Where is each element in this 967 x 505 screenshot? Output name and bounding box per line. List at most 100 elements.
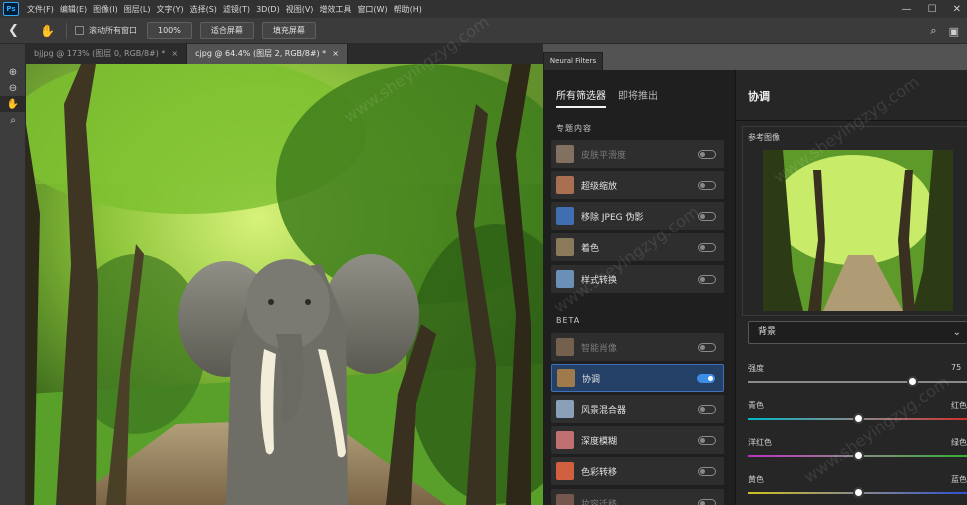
filter-toggle[interactable] (698, 435, 716, 445)
filter-toggle[interactable] (698, 404, 716, 414)
filter-smart-portrait[interactable]: 智能肖像 (551, 333, 724, 361)
filter-toggle[interactable] (698, 149, 716, 159)
yellow-blue-slider-track[interactable] (748, 487, 967, 498)
menu-plugins[interactable]: 增效工具 (319, 4, 351, 15)
strength-label: 强度 (748, 364, 764, 373)
zoom-out-icon[interactable]: ⊖ (0, 80, 26, 96)
options-right: ⌕ ▣ (930, 18, 959, 44)
filter-toggle[interactable] (697, 373, 715, 383)
filter-super-zoom[interactable]: 超级缩放 (551, 171, 724, 199)
filter-toggle[interactable] (698, 274, 716, 284)
filter-toggle[interactable] (698, 242, 716, 252)
search-icon[interactable]: ⌕ (930, 24, 936, 38)
menu-layer[interactable]: 图层(L) (124, 4, 151, 15)
workspace-icon[interactable]: ▣ (949, 25, 959, 38)
hand-icon[interactable]: ✋ (0, 96, 26, 112)
filter-skin-smoothing[interactable]: 皮肤平滑度 (551, 140, 724, 168)
cyan-red-slider-track[interactable] (748, 413, 967, 424)
style-transfer-thumb-icon (556, 270, 574, 288)
menu-image[interactable]: 图像(I) (93, 4, 118, 15)
filter-toggle[interactable] (698, 342, 716, 352)
filter-harmonization[interactable]: 协调 (551, 364, 724, 392)
close-tab-icon[interactable]: × (332, 49, 339, 58)
scroll-all-windows-label: 滚动所有窗口 (89, 26, 137, 35)
menu-file[interactable]: 文件(F) (27, 4, 54, 15)
filter-depth-blur[interactable]: 深度模糊 (551, 426, 724, 454)
filter-label: 风景混合器 (581, 405, 627, 416)
filter-label: 移除 JPEG 伪影 (581, 212, 644, 223)
magnifier-icon[interactable]: ⌕ (0, 112, 26, 128)
dropdown-value: 背景 (758, 327, 777, 337)
filter-label: 超级缩放 (581, 181, 618, 192)
doc-tab-cj[interactable]: cjpg @ 64.4% (图层 2, RGB/8#) * × (187, 44, 348, 64)
filter-toggle[interactable] (698, 180, 716, 190)
smart-portrait-thumb-icon (556, 338, 574, 356)
depth-blur-thumb-icon (556, 431, 574, 449)
filter-label: 皮肤平滑度 (581, 150, 627, 161)
zoom-in-icon[interactable]: ⊕ (0, 64, 26, 80)
jpeg-artifacts-thumb-icon (556, 207, 574, 225)
menu-view[interactable]: 视图(V) (286, 4, 314, 15)
divider (66, 22, 67, 39)
filter-style-transfer[interactable]: 样式转换 (551, 265, 724, 293)
doc-tab-bj[interactable]: bjjpg @ 173% (图层 0, RGB/8#) * × (26, 44, 188, 64)
close-tab-icon[interactable]: × (171, 49, 178, 58)
filter-color-transfer[interactable]: 色彩转移 (551, 457, 724, 485)
doc-tab-label: cjpg @ 64.4% (图层 2, RGB/8#) * (195, 49, 327, 58)
options-bar: ❮ ✋ 滚动所有窗口 100% 适合屏幕 填充屏幕 ⌕ ▣ (0, 18, 967, 44)
filter-label: 妆容迁移 (581, 499, 618, 505)
menu-help[interactable]: 帮助(H) (394, 4, 422, 15)
settings-title: 协调 (748, 90, 770, 103)
menu-select[interactable]: 选择(S) (190, 4, 217, 15)
menu-3d[interactable]: 3D(D) (256, 5, 280, 14)
minimize-icon[interactable]: — (902, 4, 912, 15)
reference-image-thumbnail[interactable] (763, 150, 953, 311)
zoom-100-button[interactable]: 100% (147, 22, 192, 39)
menu-window[interactable]: 窗口(W) (357, 4, 387, 15)
fill-screen-button[interactable]: 填充屏幕 (261, 22, 316, 39)
strength-value: 75 (951, 363, 962, 372)
filter-label: 样式转换 (581, 275, 618, 286)
tab-all-filters[interactable]: 所有筛选器 (556, 87, 606, 108)
section-beta-title: BETA (556, 316, 581, 325)
filter-label: 协调 (582, 374, 601, 385)
fit-screen-button[interactable]: 适合屏幕 (199, 22, 254, 39)
window-controls: — ☐ ✕ (902, 0, 961, 18)
chevron-down-icon: ⌄ (952, 327, 961, 338)
filter-landscape-mixer[interactable]: 风景混合器 (551, 395, 724, 423)
hand-tool-icon[interactable]: ✋ (40, 24, 58, 38)
magenta-green-slider-track[interactable] (748, 450, 967, 461)
strength-slider-track[interactable] (748, 376, 967, 387)
strength-slider-knob[interactable] (907, 376, 919, 387)
skin-smoothing-thumb-icon (556, 145, 574, 163)
yellow-blue-slider-knob[interactable] (852, 487, 864, 498)
makeup-transfer-thumb-icon (556, 494, 574, 505)
maximize-icon[interactable]: ☐ (928, 4, 937, 15)
close-icon[interactable]: ✕ (953, 4, 961, 15)
filter-toggle[interactable] (698, 466, 716, 476)
menu-filter[interactable]: 滤镜(T) (223, 4, 250, 15)
filter-jpeg-artifacts[interactable]: 移除 JPEG 伪影 (551, 202, 724, 230)
filter-toggle[interactable] (698, 498, 716, 505)
tab-coming-soon[interactable]: 即将推出 (618, 87, 658, 108)
doc-tab-label: bjjpg @ 173% (图层 0, RGB/8#) * (34, 49, 166, 58)
filter-tabs: 所有筛选器 即将推出 (556, 87, 658, 108)
cyan-red-slider-knob[interactable] (852, 413, 864, 424)
neural-filters-tab[interactable]: Neural Filters (543, 52, 603, 70)
magenta-green-slider-knob[interactable] (852, 450, 864, 461)
cyan-label: 青色 (748, 401, 764, 410)
menu-type[interactable]: 文字(Y) (156, 4, 183, 15)
magenta-label: 洋红色 (748, 438, 772, 447)
filter-toggle[interactable] (698, 211, 716, 221)
filter-makeup-transfer[interactable]: 妆容迁移 (551, 489, 724, 505)
divider (736, 120, 967, 121)
menu-bar: Ps 文件(F) 编辑(E) 图像(I) 图层(L) 文字(Y) 选择(S) 滤… (0, 0, 967, 18)
back-arrow-icon[interactable]: ❮ (8, 23, 26, 38)
reference-layer-dropdown[interactable]: 背景 ⌄ (748, 321, 967, 344)
filter-colorize[interactable]: 着色 (551, 233, 724, 261)
scroll-all-windows-checkbox[interactable] (75, 26, 84, 35)
landscape-mixer-thumb-icon (556, 400, 574, 418)
document-canvas[interactable] (26, 64, 543, 505)
green-label: 绿色 (951, 438, 967, 447)
menu-edit[interactable]: 编辑(E) (60, 4, 87, 15)
